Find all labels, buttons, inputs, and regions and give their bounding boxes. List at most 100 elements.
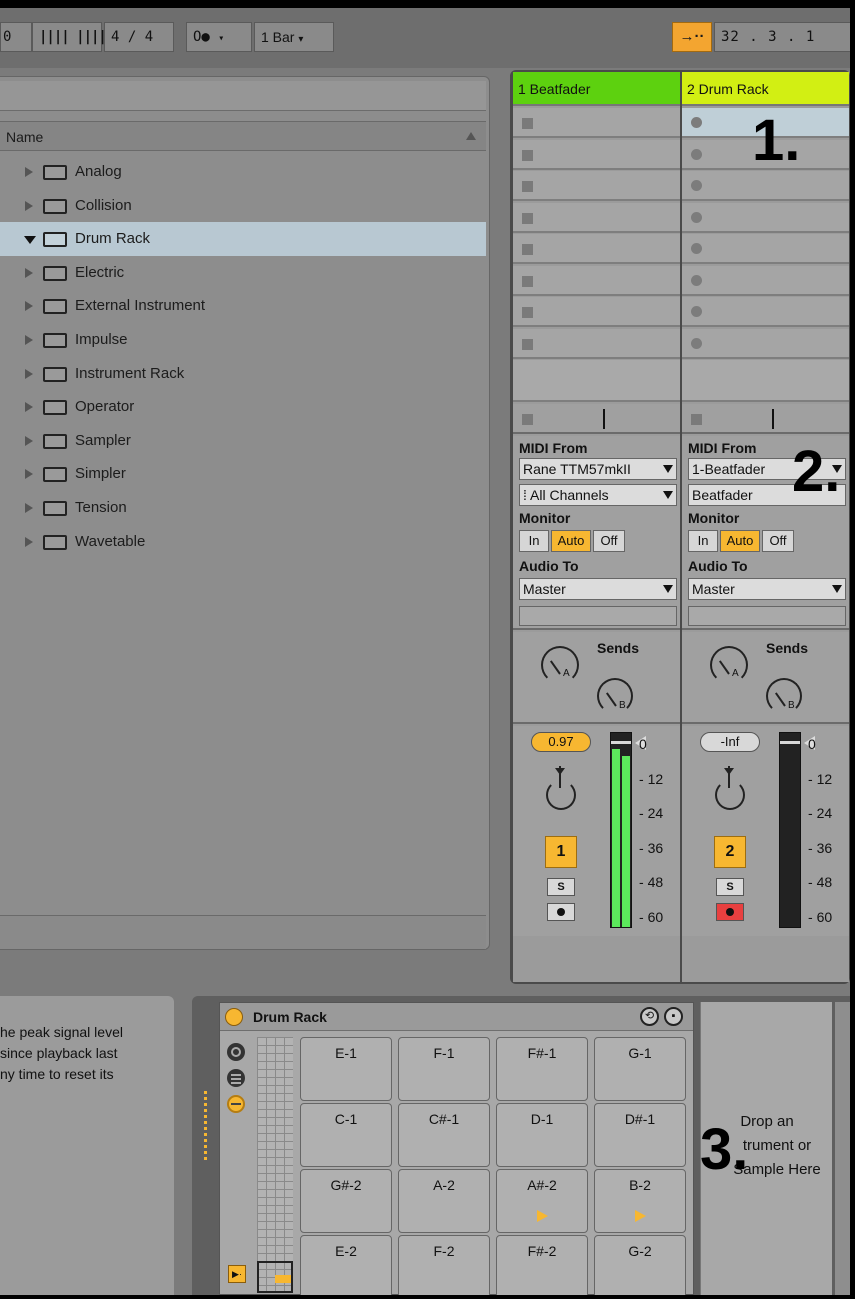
monitor-auto-button[interactable]: Auto	[720, 530, 760, 552]
arm-button[interactable]	[716, 903, 744, 921]
expand-right-icon[interactable]	[25, 301, 33, 312]
save-preset-icon[interactable]: ▪	[664, 1007, 683, 1026]
hot-swap-icon[interactable]: ⟲	[640, 1007, 659, 1026]
pad-play-icon[interactable]	[635, 1210, 646, 1222]
browser-item[interactable]: Sampler	[0, 424, 486, 458]
browser-item[interactable]: Analog	[0, 155, 486, 189]
clip-slot[interactable]	[682, 171, 849, 201]
name-column-header[interactable]: Name	[0, 121, 486, 151]
volume-value[interactable]: 0.97	[531, 732, 591, 752]
arm-button[interactable]	[547, 903, 575, 921]
midi-from-dropdown[interactable]: Rane TTM57mkII	[519, 458, 677, 480]
expand-right-icon[interactable]	[25, 402, 33, 413]
pad-overview-grid[interactable]	[257, 1037, 293, 1293]
pan-knob[interactable]	[715, 766, 745, 810]
audio-to-dropdown[interactable]: Master	[688, 578, 846, 600]
show-macro-icon[interactable]	[227, 1043, 245, 1061]
expand-right-icon[interactable]	[25, 536, 33, 547]
clip-slot[interactable]	[682, 328, 849, 359]
clip-slot[interactable]	[513, 202, 680, 233]
expand-right-icon[interactable]	[25, 334, 33, 345]
audio-to-dropdown[interactable]: Master	[519, 578, 677, 600]
browser-item[interactable]: Simpler	[0, 457, 486, 491]
drum-pad[interactable]: G-2	[594, 1235, 686, 1295]
song-position-field[interactable]: 32 . 3 . 1	[714, 22, 850, 52]
send-b-knob[interactable]: B	[766, 678, 802, 714]
channel-dropdown[interactable]: ⁞ All Channels	[519, 484, 677, 506]
toolbar-left-field[interactable]: 0	[0, 22, 32, 52]
stop-all-icon[interactable]	[522, 414, 533, 425]
browser-item[interactable]: Wavetable	[0, 525, 486, 559]
solo-button[interactable]: S	[716, 878, 744, 896]
expand-right-icon[interactable]	[25, 435, 33, 446]
drum-pad[interactable]: C-1	[300, 1103, 392, 1167]
audio-to-channel-field[interactable]	[688, 606, 846, 626]
monitor-off-button[interactable]: Off	[593, 530, 625, 552]
expand-right-icon[interactable]	[25, 167, 33, 177]
monitor-in-button[interactable]: In	[688, 530, 718, 552]
drum-pad[interactable]: A#-2	[496, 1169, 588, 1233]
metronome-button[interactable]: |||| ||||	[32, 22, 107, 52]
device-scroll-strip[interactable]	[835, 1002, 850, 1295]
clip-slot[interactable]	[682, 202, 849, 233]
track-title[interactable]: 2 Drum Rack	[682, 72, 849, 106]
clip-slot[interactable]	[682, 265, 849, 296]
quantize-dropdown[interactable]: 1 Bar ▾	[254, 22, 334, 52]
browser-search-bar[interactable]	[0, 81, 486, 111]
drum-pad[interactable]: F-2	[398, 1235, 490, 1295]
clip-slot[interactable]	[513, 265, 680, 296]
clip-slot[interactable]	[513, 139, 680, 170]
drum-pad[interactable]: D-1	[496, 1103, 588, 1167]
browser-item[interactable]: Drum Rack	[0, 222, 486, 256]
browser-item[interactable]: External Instrument	[0, 289, 486, 323]
send-a-knob[interactable]: A	[710, 646, 748, 684]
expand-right-icon[interactable]	[25, 200, 33, 211]
expand-down-icon[interactable]	[24, 236, 36, 245]
record-mode-button[interactable]: O● ▾	[186, 22, 252, 52]
browser-item[interactable]: Instrument Rack	[0, 357, 486, 391]
drum-pad[interactable]: E-1	[300, 1037, 392, 1101]
clip-slot-empty[interactable]	[682, 360, 849, 402]
clip-slot-empty[interactable]	[513, 360, 680, 402]
drum-pad[interactable]: D#-1	[594, 1103, 686, 1167]
monitor-auto-button[interactable]: Auto	[551, 530, 591, 552]
browser-item[interactable]: Operator	[0, 390, 486, 424]
fader-handle[interactable]	[780, 741, 800, 744]
track-activator-button[interactable]: 1	[545, 836, 577, 868]
clip-slot[interactable]	[513, 328, 680, 359]
solo-button[interactable]: S	[547, 878, 575, 896]
clip-slot[interactable]	[513, 297, 680, 327]
expand-right-icon[interactable]	[25, 502, 33, 513]
stop-all-icon[interactable]	[691, 414, 702, 425]
drum-pad[interactable]: F#-2	[496, 1235, 588, 1295]
drum-pad[interactable]: A-2	[398, 1169, 490, 1233]
clip-slot[interactable]	[513, 108, 680, 138]
drum-pad[interactable]: G-1	[594, 1037, 686, 1101]
volume-value[interactable]: -Inf	[700, 732, 760, 752]
pad-play-icon[interactable]	[537, 1210, 548, 1222]
show-pads-icon[interactable]	[227, 1095, 245, 1113]
clip-slot[interactable]	[513, 234, 680, 264]
clip-slot[interactable]	[513, 171, 680, 201]
browser-item[interactable]: Electric	[0, 256, 486, 290]
expand-right-icon[interactable]	[25, 267, 33, 278]
drum-pad[interactable]: G#-2	[300, 1169, 392, 1233]
audio-to-channel-field[interactable]	[519, 606, 677, 626]
monitor-in-button[interactable]: In	[519, 530, 549, 552]
send-b-knob[interactable]: B	[597, 678, 633, 714]
show-chain-list-icon[interactable]	[227, 1069, 245, 1087]
drum-pad[interactable]: C#-1	[398, 1103, 490, 1167]
expand-right-icon[interactable]	[25, 368, 33, 379]
device-power-button[interactable]	[225, 1008, 243, 1026]
browser-item[interactable]: Tension	[0, 491, 486, 525]
browser-item[interactable]: Impulse	[0, 323, 486, 357]
track-activator-button[interactable]: 2	[714, 836, 746, 868]
drum-pad[interactable]: B-2	[594, 1169, 686, 1233]
send-a-knob[interactable]: A	[541, 646, 579, 684]
time-signature-field[interactable]: 4 / 4	[104, 22, 174, 52]
browser-item[interactable]: Collision	[0, 189, 486, 223]
clip-slot[interactable]	[682, 234, 849, 264]
follow-button[interactable]: →··	[672, 22, 712, 52]
track-title[interactable]: 1 Beatfader	[513, 72, 680, 106]
pan-knob[interactable]	[546, 766, 576, 810]
